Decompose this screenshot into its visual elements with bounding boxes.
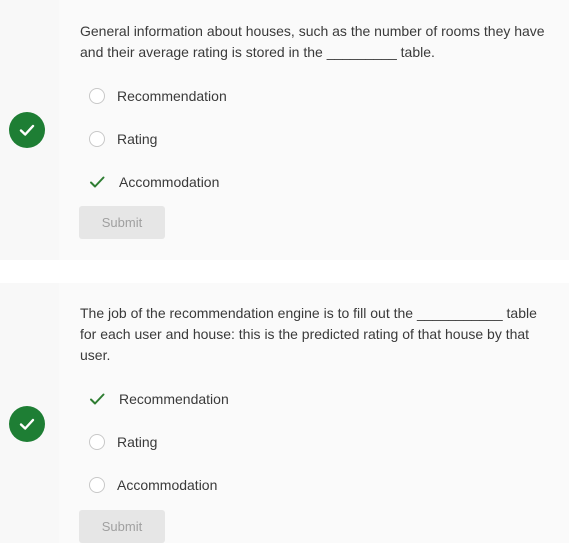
check-icon xyxy=(87,172,107,192)
radio-empty-icon[interactable] xyxy=(89,434,105,450)
question-card: General information about houses, such a… xyxy=(0,0,569,260)
radio-empty-icon[interactable] xyxy=(89,477,105,493)
radio-empty-icon[interactable] xyxy=(89,131,105,147)
option-label: Rating xyxy=(117,434,158,450)
option-rating[interactable]: Rating xyxy=(87,128,157,150)
option-label: Rating xyxy=(117,131,158,147)
submit-button[interactable]: Submit xyxy=(79,206,165,239)
option-label: Accommodation xyxy=(119,174,220,190)
check-icon xyxy=(87,389,107,409)
option-rating[interactable]: Rating xyxy=(87,431,157,453)
option-recommendation[interactable]: Recommendation xyxy=(87,85,227,107)
check-circle-icon xyxy=(9,112,45,148)
check-circle-icon xyxy=(9,406,45,442)
option-accommodation[interactable]: Accommodation xyxy=(87,171,219,193)
option-label: Recommendation xyxy=(119,391,229,407)
option-label: Accommodation xyxy=(117,477,218,493)
question-card: The job of the recommendation engine is … xyxy=(0,283,569,543)
option-accommodation[interactable]: Accommodation xyxy=(87,474,217,496)
question-text: General information about houses, such a… xyxy=(80,23,545,60)
submit-button[interactable]: Submit xyxy=(79,510,165,543)
option-recommendation[interactable]: Recommendation xyxy=(87,388,229,410)
radio-empty-icon[interactable] xyxy=(89,88,105,104)
question-text: The job of the recommendation engine is … xyxy=(80,305,537,363)
option-label: Recommendation xyxy=(117,88,227,104)
